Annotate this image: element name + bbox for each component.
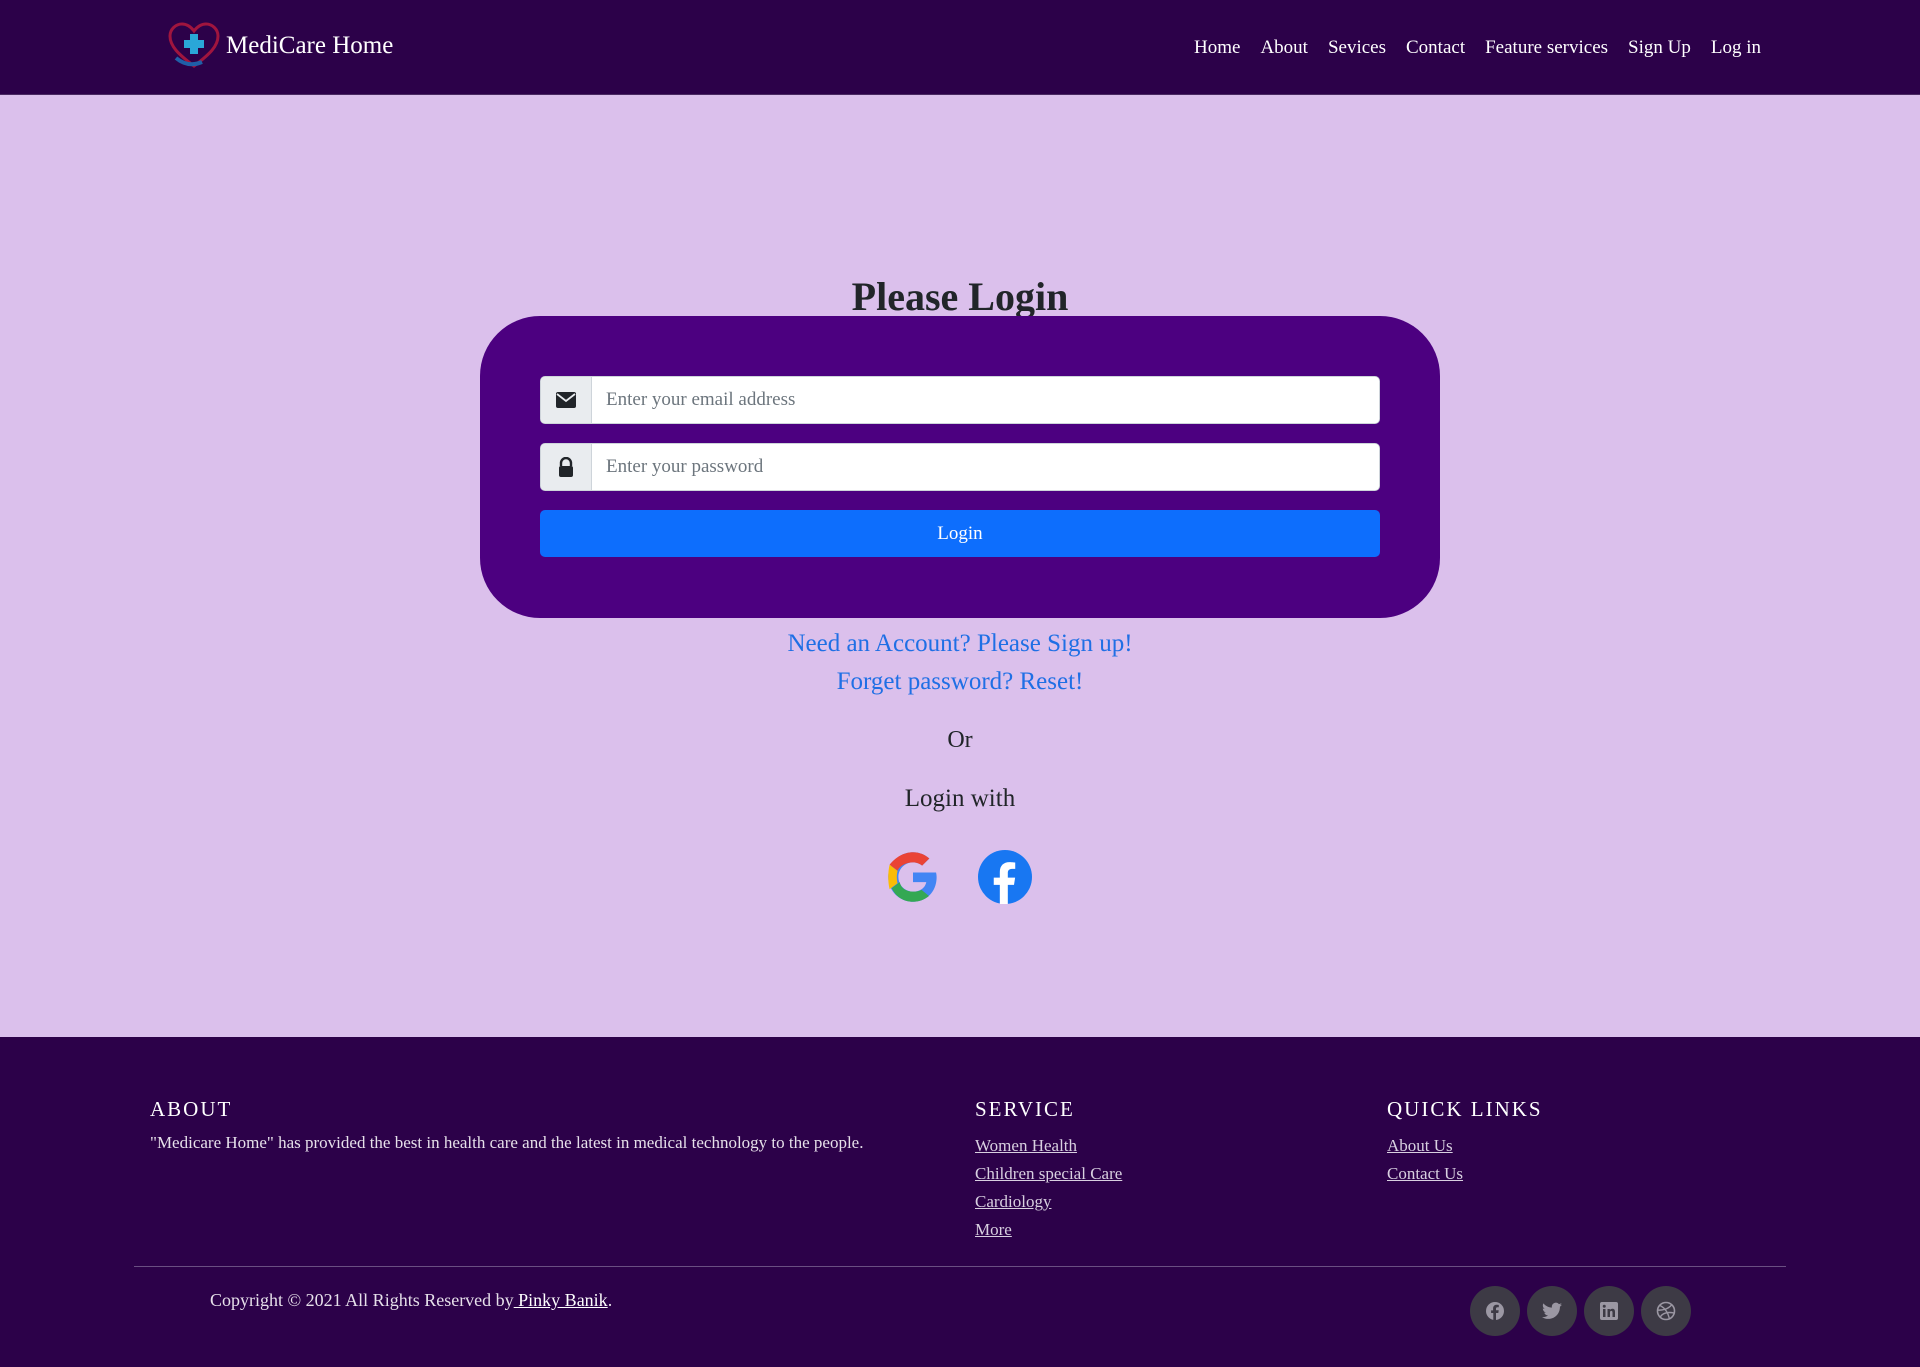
login-with-label: Login with	[904, 785, 1016, 812]
nav-about[interactable]: About	[1260, 34, 1308, 62]
envelope-icon	[541, 377, 592, 423]
footer-link-women-health[interactable]: Women Health	[975, 1132, 1122, 1160]
top-navbar: MediCare Home Home About Sevices Contact…	[0, 0, 1920, 95]
social-login	[886, 850, 1070, 904]
footer-linkedin-button[interactable]	[1584, 1286, 1634, 1336]
footer-link-about-us[interactable]: About Us	[1387, 1132, 1543, 1160]
twitter-icon	[1542, 1302, 1562, 1319]
footer-link-children-care[interactable]: Children special Care	[975, 1160, 1122, 1188]
login-button[interactable]: Login	[540, 510, 1380, 557]
login-form: Login	[480, 316, 1440, 618]
brand-name: MediCare Home	[226, 32, 394, 59]
facebook-icon	[1486, 1302, 1504, 1320]
reset-password-link[interactable]: Forget password? Reset!	[0, 668, 1920, 696]
nav-home[interactable]: Home	[1194, 34, 1240, 62]
lock-icon	[541, 444, 592, 490]
page-title: Please Login	[851, 274, 1069, 319]
copyright-author-link[interactable]: Pinky Banik	[514, 1290, 608, 1310]
copyright-prefix: Copyright © 2021 All Rights Reserved by	[210, 1290, 514, 1310]
copyright-suffix: .	[607, 1290, 613, 1310]
footer-about-heading: About	[150, 1097, 233, 1121]
facebook-icon[interactable]	[978, 850, 1032, 904]
nav-log-in[interactable]: Log in	[1711, 34, 1761, 62]
footer-link-contact-us[interactable]: Contact Us	[1387, 1160, 1543, 1188]
footer-quick-heading: Quick Links	[1387, 1097, 1543, 1121]
footer-twitter-button[interactable]	[1527, 1286, 1577, 1336]
main-nav: Home About Sevices Contact Feature servi…	[1174, 34, 1761, 62]
footer-social	[1470, 1286, 1698, 1336]
dribbble-icon	[1656, 1301, 1676, 1321]
brand-logo-link[interactable]: MediCare Home	[168, 22, 393, 70]
signup-link[interactable]: Need an Account? Please Sign up!	[0, 630, 1920, 658]
medicare-logo-icon	[168, 22, 220, 68]
email-input[interactable]	[592, 377, 1379, 423]
nav-feature-services[interactable]: Feature services	[1485, 34, 1608, 62]
password-input-group	[540, 443, 1380, 491]
nav-services[interactable]: Sevices	[1328, 34, 1386, 62]
login-page: Please Login Login with Email & Password…	[0, 95, 1920, 1037]
linkedin-icon	[1600, 1302, 1618, 1320]
google-icon[interactable]	[886, 850, 940, 904]
email-input-group	[540, 376, 1380, 424]
site-footer: About "Medicare Home" has provided the b…	[0, 1037, 1920, 1367]
nav-sign-up[interactable]: Sign Up	[1628, 34, 1691, 62]
nav-contact[interactable]: Contact	[1406, 34, 1465, 62]
footer-service: Service Women Health Children special Ca…	[975, 1097, 1122, 1244]
footer-link-cardiology[interactable]: Cardiology	[975, 1188, 1122, 1216]
or-separator: Or	[947, 727, 973, 753]
footer-about-text: "Medicare Home" has provided the best in…	[150, 1133, 864, 1152]
password-input[interactable]	[592, 444, 1379, 490]
footer-about: About "Medicare Home" has provided the b…	[150, 1097, 950, 1154]
footer-divider	[134, 1266, 1786, 1267]
footer-quick-links: Quick Links About Us Contact Us	[1387, 1097, 1543, 1188]
footer-link-more[interactable]: More	[975, 1216, 1122, 1244]
footer-facebook-button[interactable]	[1470, 1286, 1520, 1336]
footer-dribbble-button[interactable]	[1641, 1286, 1691, 1336]
footer-service-heading: Service	[975, 1097, 1075, 1121]
copyright: Copyright © 2021 All Rights Reserved by …	[210, 1290, 612, 1311]
